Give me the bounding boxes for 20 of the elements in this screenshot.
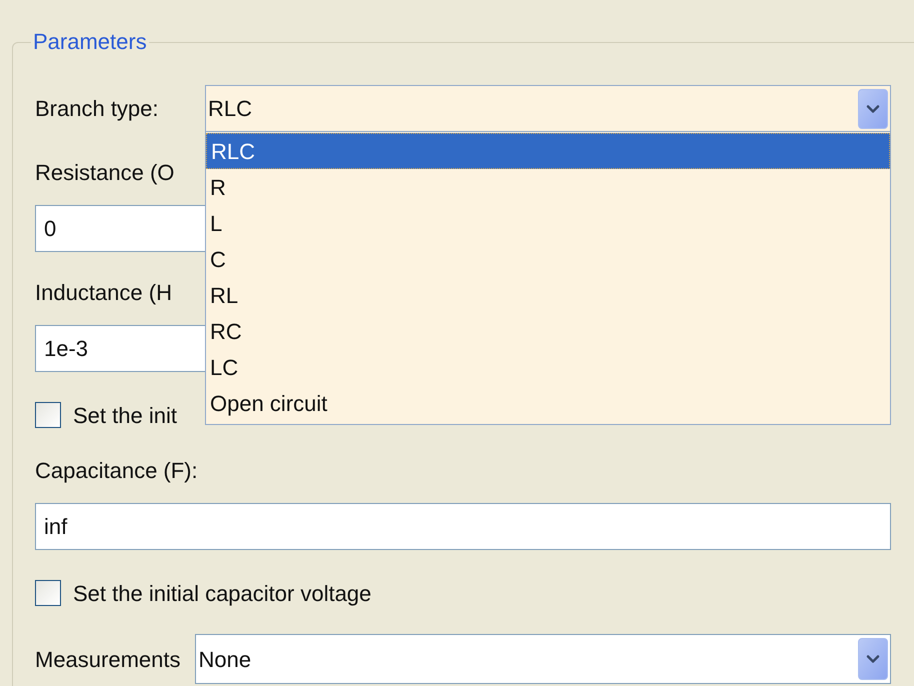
field-label: Capacitance (F): xyxy=(35,456,198,485)
dropdown-option[interactable]: Open circuit xyxy=(206,385,890,421)
checkbox[interactable] xyxy=(35,580,61,606)
dropdown-option[interactable]: RLC xyxy=(206,133,890,169)
field-label: Inductance (H xyxy=(35,278,172,306)
dropdown-option[interactable]: LC xyxy=(206,349,890,385)
dropdown-option[interactable]: R xyxy=(206,169,890,205)
dropdown-option[interactable]: L xyxy=(206,205,890,241)
dropdown-option[interactable]: RC xyxy=(206,313,890,349)
checkbox-label: Set the init xyxy=(73,402,177,430)
measurements-select[interactable]: None xyxy=(194,634,891,684)
field-label: Branch type: xyxy=(35,95,160,123)
field-label: Measurements xyxy=(35,646,181,674)
checkbox-label: Set the initial capacitor voltage xyxy=(73,580,372,608)
dropdown-option[interactable]: RL xyxy=(206,277,890,313)
field-label: Resistance (O xyxy=(35,158,174,186)
dropdown-option[interactable]: C xyxy=(206,241,890,277)
branch-type-select[interactable]: RLC xyxy=(205,85,891,132)
checkbox[interactable] xyxy=(35,402,61,428)
text-field[interactable]: inf xyxy=(35,503,891,550)
